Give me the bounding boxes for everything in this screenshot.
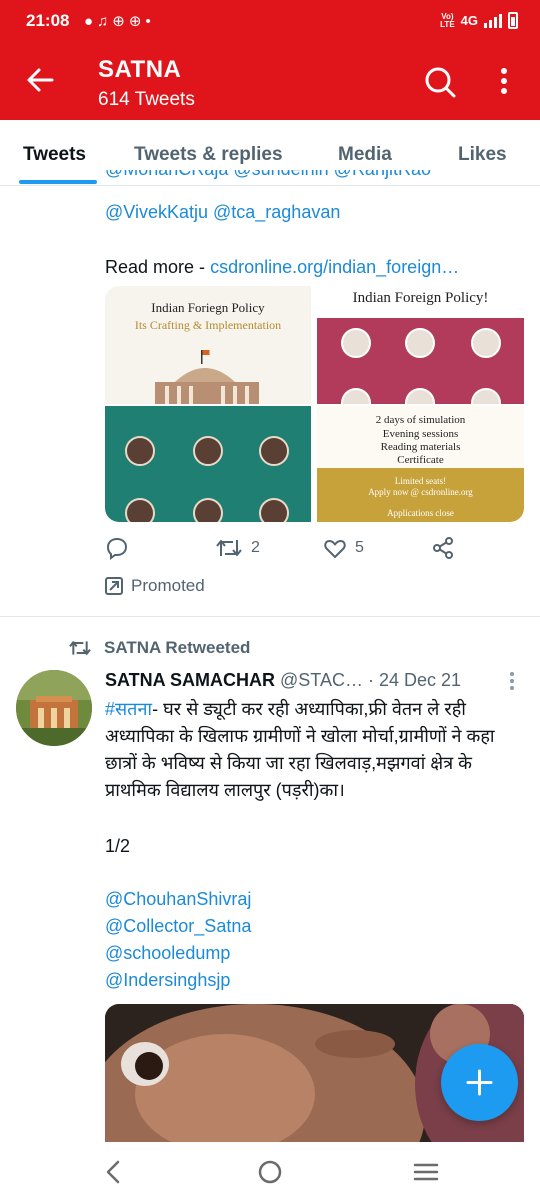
speaker-photo — [125, 436, 155, 466]
like-count: 5 — [355, 539, 364, 556]
nav-menu-icon[interactable] — [410, 1156, 442, 1188]
tweet-more-icon[interactable] — [504, 670, 520, 692]
tweet1-mentions[interactable]: @VivekKatju @tca_raghavan — [105, 199, 340, 226]
image4-gold-band: Limited seats! Apply now @ csdronline.or… — [317, 468, 524, 522]
author-handle-date: @STAC… · 24 Dec 21 — [280, 670, 462, 690]
nav-back-icon[interactable] — [98, 1156, 130, 1188]
thread-count: 1/2 — [105, 836, 131, 856]
mention-link[interactable]: @Indersinghsjp — [105, 967, 251, 994]
read-more-label: Read more - — [105, 257, 206, 277]
share-button[interactable] — [431, 536, 455, 560]
battery-icon — [508, 12, 518, 29]
tweet1-media-grid[interactable]: Indian Foriegn Policy Its Crafting & Imp… — [105, 286, 524, 522]
mention-link[interactable]: @ChouhanShivraj — [105, 886, 251, 913]
status-right: Vo) LTE 4G — [440, 12, 518, 29]
speaker-photo — [341, 388, 371, 404]
tweet2-text: #सतना- घर से ड्यूटी कर रही अध्यापिका,फ्र… — [105, 696, 525, 804]
retweet-icon — [69, 641, 91, 655]
retweet-button[interactable]: 2 — [215, 536, 260, 560]
speaker-photo — [259, 498, 289, 522]
media-image-4[interactable]: 2 days of simulation Evening sessions Re… — [317, 406, 524, 522]
tweet1-actions: 2 5 — [105, 536, 525, 564]
like-button[interactable]: 5 — [323, 536, 364, 560]
building-illustration — [155, 350, 259, 404]
hashtag-link[interactable]: #सतना — [105, 699, 152, 719]
notification-icons: ●♫⊕⊕• — [84, 13, 155, 30]
heart-icon — [324, 540, 346, 558]
network-type: 4G — [460, 13, 478, 28]
tweet-count: 614 Tweets — [98, 89, 195, 110]
media-image-1[interactable]: Indian Foriegn Policy Its Crafting & Imp… — [105, 286, 311, 404]
profile-header: SATNA 614 Tweets — [0, 42, 540, 120]
volte-icon: Vo) LTE — [440, 11, 455, 29]
read-more-link[interactable]: csdronline.org/indian_foreign… — [210, 257, 459, 277]
tweet2-body: - घर से ड्यूटी कर रही अध्यापिका,फ्री वेत… — [105, 699, 495, 800]
tab-tweets[interactable]: Tweets — [23, 144, 86, 166]
avatar-image — [16, 670, 92, 746]
speaker-photo — [193, 498, 223, 522]
status-time: 21:08 — [26, 11, 70, 30]
speaker-photo — [471, 388, 501, 404]
speaker-photo — [405, 388, 435, 404]
speaker-photo — [405, 328, 435, 358]
media-image-2[interactable]: Indian Foreign Policy! — [317, 286, 524, 404]
speaker-photo — [193, 436, 223, 466]
signal-icon — [484, 13, 502, 28]
profile-title: SATNA — [98, 56, 182, 83]
tweet-divider — [0, 616, 540, 617]
reply-icon — [106, 537, 128, 560]
speaker-photo — [341, 328, 371, 358]
author-name: SATNA SAMACHAR — [105, 670, 275, 690]
status-bar: 21:08 ●♫⊕⊕• Vo) LTE 4G — [0, 0, 540, 42]
search-icon[interactable] — [424, 66, 456, 98]
speaker-photo — [125, 498, 155, 522]
plus-icon — [466, 1069, 493, 1096]
tweet2-author[interactable]: SATNA SAMACHAR @STAC… · 24 Dec 21 — [105, 670, 461, 691]
tweet1-read-more: Read more - csdronline.org/indian_foreig… — [105, 254, 459, 281]
tweet2-mentions: @ChouhanShivraj @Collector_Satna @school… — [105, 886, 251, 994]
mention-link[interactable]: @Collector_Satna — [105, 913, 251, 940]
back-arrow-icon[interactable] — [26, 66, 54, 94]
avatar[interactable] — [16, 670, 92, 746]
system-nav-bar — [0, 1142, 540, 1200]
image4-lines: Evening sessions Reading materials Certi… — [380, 428, 461, 466]
retweeted-by[interactable]: SATNA Retweeted — [68, 638, 250, 658]
mention-link[interactable]: @schooledump — [105, 940, 251, 967]
speaker-photo — [259, 436, 289, 466]
active-tab-indicator — [19, 180, 97, 184]
compose-tweet-button[interactable] — [441, 1044, 518, 1121]
promoted-icon — [105, 577, 123, 595]
image4-line-1: 2 days of simulation — [375, 414, 466, 426]
tab-media[interactable]: Media — [338, 144, 392, 166]
reply-button[interactable] — [105, 536, 129, 560]
image2-title: Indian Foreign Policy! — [352, 290, 489, 306]
nav-home-icon[interactable] — [254, 1156, 286, 1188]
share-icon — [433, 537, 453, 559]
retweet-icon — [216, 540, 242, 556]
more-options-icon[interactable] — [492, 66, 516, 96]
speaker-photo — [471, 328, 501, 358]
tab-tweets-replies[interactable]: Tweets & replies — [134, 144, 283, 166]
tab-likes[interactable]: Likes — [458, 144, 507, 166]
image2-speakers-band — [317, 318, 524, 404]
media-image-3[interactable] — [105, 406, 311, 522]
tweet1-mentions-cut[interactable]: @MohanCRaja @sundeinin @RanjitRao — [105, 170, 525, 186]
promoted-label[interactable]: Promoted — [105, 576, 205, 596]
retweet-count: 2 — [251, 539, 260, 556]
